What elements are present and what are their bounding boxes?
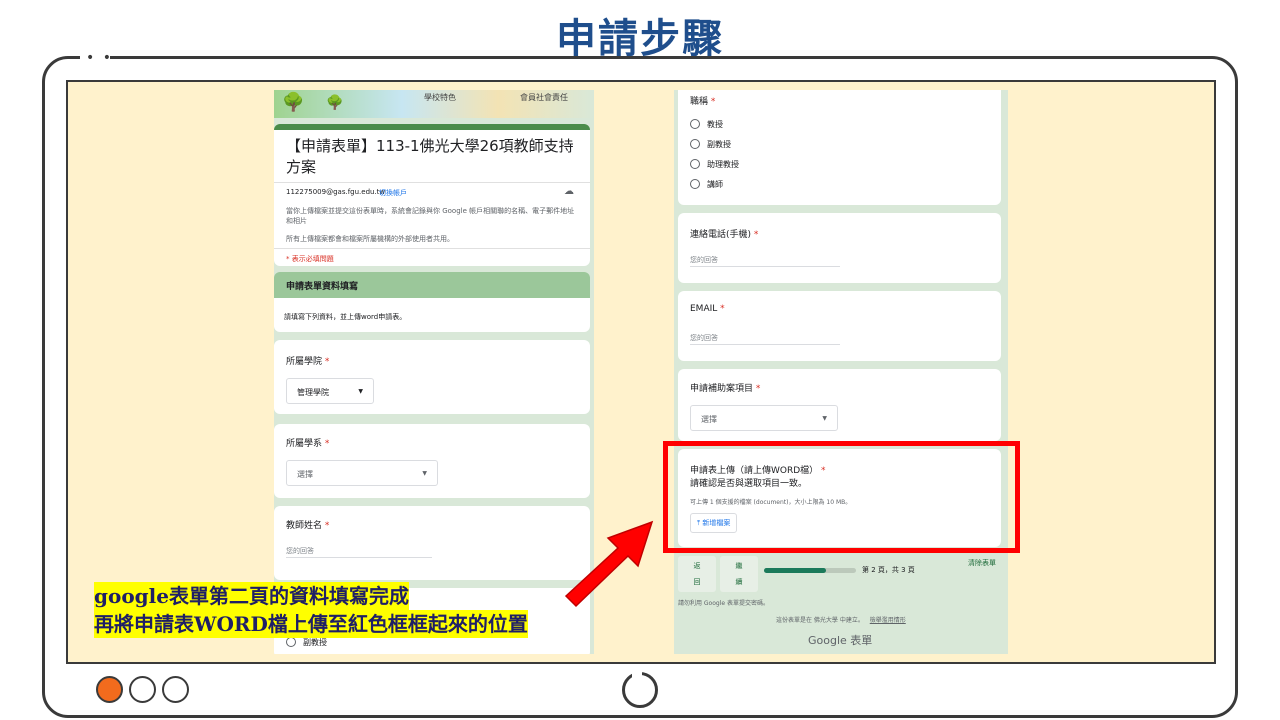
form-page-2-screenshot: 職稱 * 教授 副教授 助理教授 講師 連絡電話(手機) * 您的回答 EMAI… bbox=[674, 90, 1008, 654]
upload-highlight-box bbox=[663, 441, 1020, 553]
required-asterisk: * bbox=[324, 357, 330, 367]
clear-form-button[interactable]: 清除表單 bbox=[968, 558, 996, 568]
switch-account-link[interactable]: 切換帳戶 bbox=[379, 188, 407, 198]
question-item: 申請補助案項目 * 選擇 ▼ bbox=[678, 369, 1001, 441]
radio-option[interactable]: 教授 bbox=[690, 114, 739, 134]
page-dot-active[interactable] bbox=[96, 676, 123, 703]
footer-note: 這份表單是在 佛光大學 中建立。 bbox=[776, 617, 864, 624]
radio-label: 助理教授 bbox=[707, 159, 739, 169]
question-job-title: 職稱 * 教授 副教授 助理教授 講師 bbox=[678, 90, 1001, 205]
google-forms-logo: Google 表單 bbox=[808, 634, 873, 647]
question-label: 連絡電話(手機) bbox=[690, 230, 752, 240]
question-label: 申請補助案項目 bbox=[690, 384, 754, 394]
phone-input[interactable]: 您的回答 bbox=[690, 255, 840, 267]
section-desc-card: 請填寫下列資料，並上傳word申請表。 bbox=[274, 298, 590, 332]
dropdown-value: 選擇 bbox=[297, 470, 313, 479]
dropdown-arrow-icon: ▼ bbox=[822, 415, 827, 422]
radio-icon bbox=[690, 159, 700, 169]
banner-text: 會員社會責任 bbox=[520, 93, 568, 102]
department-dropdown[interactable]: 選擇 ▼ bbox=[286, 460, 438, 486]
back-label: 返 bbox=[693, 562, 701, 570]
question-email: EMAIL * 您的回答 bbox=[678, 291, 1001, 361]
caption-line-1: google表單第二頁的資料填寫完成 bbox=[94, 582, 409, 610]
radio-icon bbox=[286, 637, 296, 647]
dropdown-value: 選擇 bbox=[701, 415, 717, 424]
page-info: 第 2 頁，共 3 頁 bbox=[862, 566, 915, 574]
form-page-1-screenshot: 🌳 🌳 學校特色 會員社會責任 【申請表單】113-1佛光大學26項教師支持方案… bbox=[274, 90, 594, 654]
question-teacher-name: 教師姓名 * 您的回答 bbox=[274, 506, 590, 580]
form-header-card: 【申請表單】113-1佛光大學26項教師支持方案 112275009@gas.f… bbox=[274, 124, 590, 266]
page-indicator bbox=[96, 676, 189, 703]
tree-icon: 🌳 bbox=[326, 95, 344, 111]
slide: 申請步驟 • • 🌳 🌳 學校特色 會員社會責任 【申請表單】113-1佛光大學… bbox=[0, 0, 1280, 720]
banner-text: 學校特色 bbox=[424, 93, 456, 102]
required-asterisk: * bbox=[755, 384, 761, 394]
share-notice: 所有上傳檔案都會和檔案所屬機構的外部使用者共用。 bbox=[286, 235, 454, 243]
teacher-name-input[interactable]: 您的回答 bbox=[286, 546, 432, 558]
instruction-caption: google表單第二頁的資料填寫完成 再將申請表WORD檔上傳至紅色框框起來的位… bbox=[94, 582, 528, 638]
upload-notice: 當你上傳檔案並提交這份表單時，系統會記錄與你 Google 帳戶相關聯的名稱、電… bbox=[286, 207, 575, 225]
radio-label: 講師 bbox=[707, 179, 723, 189]
form-banner-image: 🌳 🌳 學校特色 會員社會責任 bbox=[274, 90, 594, 118]
password-warning: 請勿利用 Google 表單提交密碼。 bbox=[678, 600, 769, 607]
question-department: 所屬學系 * 選擇 ▼ bbox=[274, 424, 590, 498]
radio-icon bbox=[690, 139, 700, 149]
radio-label: 副教授 bbox=[707, 139, 731, 149]
cloud-icon: ☁ bbox=[564, 186, 574, 197]
radio-option[interactable]: 副教授 bbox=[690, 134, 739, 154]
required-asterisk: * bbox=[710, 97, 716, 107]
question-label: 所屬學系 bbox=[286, 439, 323, 449]
section-desc: 請填寫下列資料，並上傳word申請表。 bbox=[284, 313, 407, 321]
radio-icon bbox=[690, 179, 700, 189]
item-dropdown[interactable]: 選擇 ▼ bbox=[690, 405, 838, 431]
radio-label: 副教授 bbox=[303, 637, 327, 647]
required-asterisk: * bbox=[753, 230, 759, 240]
required-asterisk: * bbox=[720, 304, 725, 314]
question-label: 職稱 bbox=[690, 97, 709, 107]
question-phone: 連絡電話(手機) * 您的回答 bbox=[678, 213, 1001, 283]
question-label: 教師姓名 bbox=[286, 521, 323, 531]
college-dropdown[interactable]: 管理學院 ▼ bbox=[286, 378, 374, 404]
email-input[interactable]: 您的回答 bbox=[690, 333, 840, 345]
required-note: * 表示必填問題 bbox=[286, 255, 334, 263]
progress-bar bbox=[764, 568, 856, 573]
page-dot[interactable] bbox=[162, 676, 189, 703]
dropdown-arrow-icon: ▼ bbox=[422, 470, 427, 477]
question-label: EMAIL bbox=[690, 304, 718, 314]
page-dot[interactable] bbox=[129, 676, 156, 703]
next-label: 繼 bbox=[735, 562, 743, 570]
required-asterisk: * bbox=[324, 439, 330, 449]
question-label: 所屬學院 bbox=[286, 357, 323, 367]
form-title: 【申請表單】113-1佛光大學26項教師支持方案 bbox=[286, 137, 574, 176]
required-asterisk: * bbox=[324, 521, 330, 531]
back-button[interactable]: 返回 bbox=[678, 556, 716, 592]
radio-group: 教授 副教授 助理教授 講師 bbox=[690, 114, 739, 194]
report-abuse-link[interactable]: 檢舉濫用情形 bbox=[870, 617, 906, 624]
camera-dots-icon: • • bbox=[86, 50, 113, 66]
radio-icon bbox=[690, 119, 700, 129]
next-button[interactable]: 繼續 bbox=[720, 556, 758, 592]
red-arrow-icon bbox=[564, 520, 654, 608]
back-label: 回 bbox=[693, 578, 701, 586]
caption-line-2: 再將申請表WORD檔上傳至紅色框框起來的位置 bbox=[94, 610, 528, 638]
next-label: 續 bbox=[735, 578, 743, 586]
dropdown-arrow-icon: ▼ bbox=[358, 388, 363, 395]
section-header: 申請表單資料填寫 bbox=[274, 272, 590, 298]
question-college: 所屬學院 * 管理學院 ▼ bbox=[274, 340, 590, 414]
radio-option[interactable]: 助理教授 bbox=[690, 154, 739, 174]
progress-fill bbox=[764, 568, 826, 573]
radio-label: 教授 bbox=[707, 119, 723, 129]
tree-icon: 🌳 bbox=[282, 92, 305, 113]
radio-option[interactable]: 講師 bbox=[690, 174, 739, 194]
account-email: 112275009@gas.fgu.edu.tw bbox=[286, 188, 386, 196]
dropdown-value: 管理學院 bbox=[297, 388, 329, 397]
home-button-gap bbox=[632, 668, 642, 678]
